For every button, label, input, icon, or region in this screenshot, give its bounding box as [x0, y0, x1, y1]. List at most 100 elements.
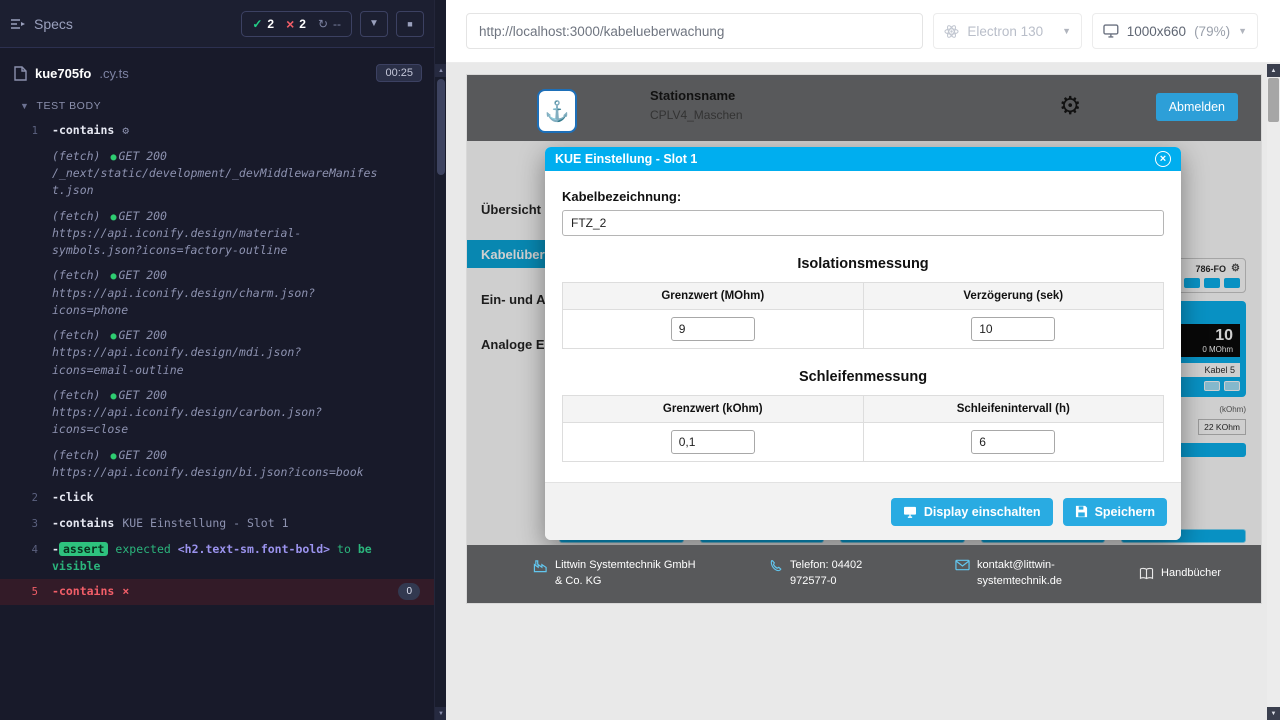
electron-icon [944, 24, 959, 39]
monitor-icon [1103, 24, 1119, 38]
specs-icon [10, 17, 26, 31]
fetch-url: https://api.iconify.design/carbon.json?i… [52, 404, 382, 439]
network-log-row[interactable]: (fetch) ●GET 200 https://api.iconify.desig… [0, 323, 434, 383]
schleifenintervall-input[interactable] [971, 430, 1055, 454]
anchor-icon: ⚓ [545, 99, 570, 124]
verzoegerung-input[interactable] [971, 317, 1055, 341]
stop-button[interactable]: ■ [396, 11, 424, 37]
network-log-row[interactable]: (fetch)●GET 200https://api.iconify.desig… [0, 443, 434, 486]
spec-header[interactable]: kue705fo.cy.ts 00:25 [0, 48, 434, 92]
fetch-label: (fetch) [52, 149, 100, 163]
app-under-test: ⚓ Stationsname CPLV4_Maschen ⚙ Abmelden … [467, 75, 1261, 603]
url-input[interactable] [466, 13, 923, 49]
fetch-status: GET 200 [119, 328, 167, 342]
isolation-section-title: Isolationsmessung [562, 256, 1164, 272]
aut-area: ⚓ Stationsname CPLV4_Maschen ⚙ Abmelden … [446, 63, 1280, 720]
command-options-gear-icon[interactable]: ⚙ [122, 124, 129, 137]
spec-name: kue705fo [35, 66, 91, 81]
browser-name: Electron 130 [967, 24, 1043, 39]
cable-name-input[interactable] [562, 210, 1164, 236]
phone-icon [769, 559, 783, 573]
specs-menu-button[interactable]: Specs [10, 16, 73, 32]
fetch-status: GET 200 [119, 268, 167, 282]
scroll-down-arrow[interactable]: ▼ [1267, 707, 1280, 720]
chevron-down-icon: ▼ [1062, 26, 1071, 36]
command-row-contains-3[interactable]: 3 -containsKUE Einstellung - Slot 1 [0, 511, 434, 537]
settings-gear-icon[interactable]: ⚙ [1059, 91, 1081, 121]
status-ok-dot: ● [110, 152, 116, 163]
display-on-button[interactable]: Display einschalten [891, 498, 1053, 526]
spec-timer: 00:25 [376, 64, 422, 82]
fetch-url: /_next/static/development/_devMiddleware… [52, 165, 382, 200]
fetch-label: (fetch) [52, 268, 100, 282]
station-value: CPLV4_Maschen [650, 108, 743, 122]
failed-count: ×2 [286, 17, 306, 31]
fetch-label: (fetch) [52, 448, 100, 462]
command-log: 1 -contains⚙ (fetch)●GET 200/_next/stati… [0, 118, 434, 605]
command-row-click[interactable]: 2 -click [0, 485, 434, 511]
status-ok-dot: ● [110, 391, 116, 402]
check-icon: ✓ [252, 17, 262, 31]
chevron-down-icon: ▼ [1238, 26, 1247, 36]
network-log-row[interactable]: (fetch)●GET 200https://api.iconify.desig… [0, 263, 434, 323]
fetch-url: https://api.iconify.design/charm.json?ic… [52, 285, 382, 320]
fetch-label: (fetch) [52, 328, 100, 342]
viewport-selector[interactable]: 1000x660 (79%) ▼ [1092, 13, 1258, 49]
modal-body: Kabelbezeichnung: Isolationsmessung Gren… [545, 171, 1181, 462]
factory-icon [533, 559, 548, 573]
grenzwert-mohm-input[interactable] [671, 317, 755, 341]
chevron-down-icon: ▼ [369, 18, 379, 29]
fetch-status: GET 200 [119, 149, 167, 163]
browser-selector[interactable]: Electron 130 ▼ [933, 13, 1082, 49]
command-row-contains-1[interactable]: 1 -contains⚙ [0, 118, 434, 144]
email-icon [955, 559, 970, 571]
footer-company: Littwin Systemtechnik GmbH & Co. KG [533, 558, 703, 590]
status-ok-dot: ● [110, 331, 116, 342]
passed-count: ✓2 [252, 17, 274, 31]
logout-button[interactable]: Abmelden [1156, 93, 1238, 121]
footer-manuals[interactable]: Handbücher [1139, 566, 1221, 582]
command-row-assert[interactable]: 4 -assert expected <h2.text-sm.font-bold… [0, 537, 434, 580]
network-log-row[interactable]: (fetch)●GET 200https://api.iconify.desig… [0, 204, 434, 264]
schleifen-section-title: Schleifenmessung [562, 369, 1164, 385]
collapse-all-button[interactable]: ▼ [360, 11, 388, 37]
command-number: 3 [0, 515, 52, 533]
modal-header: KUE Einstellung - Slot 1 × [545, 147, 1181, 171]
viewport-zoom: (79%) [1194, 24, 1230, 39]
app-footer: Littwin Systemtechnik GmbH & Co. KG Tele… [467, 545, 1261, 603]
network-log-row[interactable]: (fetch) ●GET 200 /_next/static/development… [0, 144, 434, 204]
app-content: Übersicht Kabelüberwachung Ein- und Ausg… [467, 141, 1261, 545]
browser-url-bar: Electron 130 ▼ 1000x660 (79%) ▼ [446, 0, 1280, 63]
fail-x-icon: × [122, 583, 129, 600]
fetch-status: GET 200 [119, 209, 167, 223]
sidebar-scrollbar[interactable]: ▲ ▼ [434, 0, 446, 720]
littwin-logo: ⚓ [537, 89, 577, 133]
retry-count-badge: 0 [398, 583, 420, 600]
command-row-failed[interactable]: 5 -contains× 0 [0, 579, 434, 605]
fetch-label: (fetch) [52, 388, 100, 402]
test-body-toggle[interactable]: ▼ TEST BODY [0, 92, 434, 118]
station-info: Stationsname CPLV4_Maschen [650, 88, 743, 122]
isolation-table: Grenzwert (MOhm) Verzögerung (sek) [562, 282, 1164, 349]
fetch-url: https://api.iconify.design/mdi.json?icon… [52, 344, 382, 379]
scrollbar-thumb[interactable] [437, 79, 445, 175]
grenzwert-kohm-input[interactable] [671, 430, 755, 454]
cable-name-label: Kabelbezeichnung: [562, 189, 1164, 204]
command-message: KUE Einstellung - Slot 1 [122, 516, 288, 530]
scroll-up-arrow[interactable]: ▲ [1267, 64, 1280, 77]
refresh-icon: ↻ [318, 17, 328, 31]
cypress-topbar: Specs ✓2 ×2 ↻-- ▼ ■ [0, 0, 434, 48]
floppy-save-icon [1075, 505, 1088, 518]
page-scrollbar[interactable]: ▲ ▼ [1267, 63, 1280, 720]
footer-email: kontakt@littwin-systemtechnik.de [955, 558, 1073, 590]
stop-icon: ■ [407, 19, 412, 29]
file-icon [14, 66, 27, 81]
close-icon[interactable]: × [1155, 151, 1171, 167]
viewport-size: 1000x660 [1127, 24, 1186, 39]
save-button[interactable]: Speichern [1063, 498, 1167, 526]
network-log-row[interactable]: (fetch)●GET 200https://api.iconify.desig… [0, 383, 434, 443]
specs-label: Specs [34, 16, 73, 32]
station-label: Stationsname [650, 88, 743, 103]
footer-phone: Telefon: 04402 972577-0 [769, 558, 889, 590]
scrollbar-thumb[interactable] [1268, 78, 1279, 122]
